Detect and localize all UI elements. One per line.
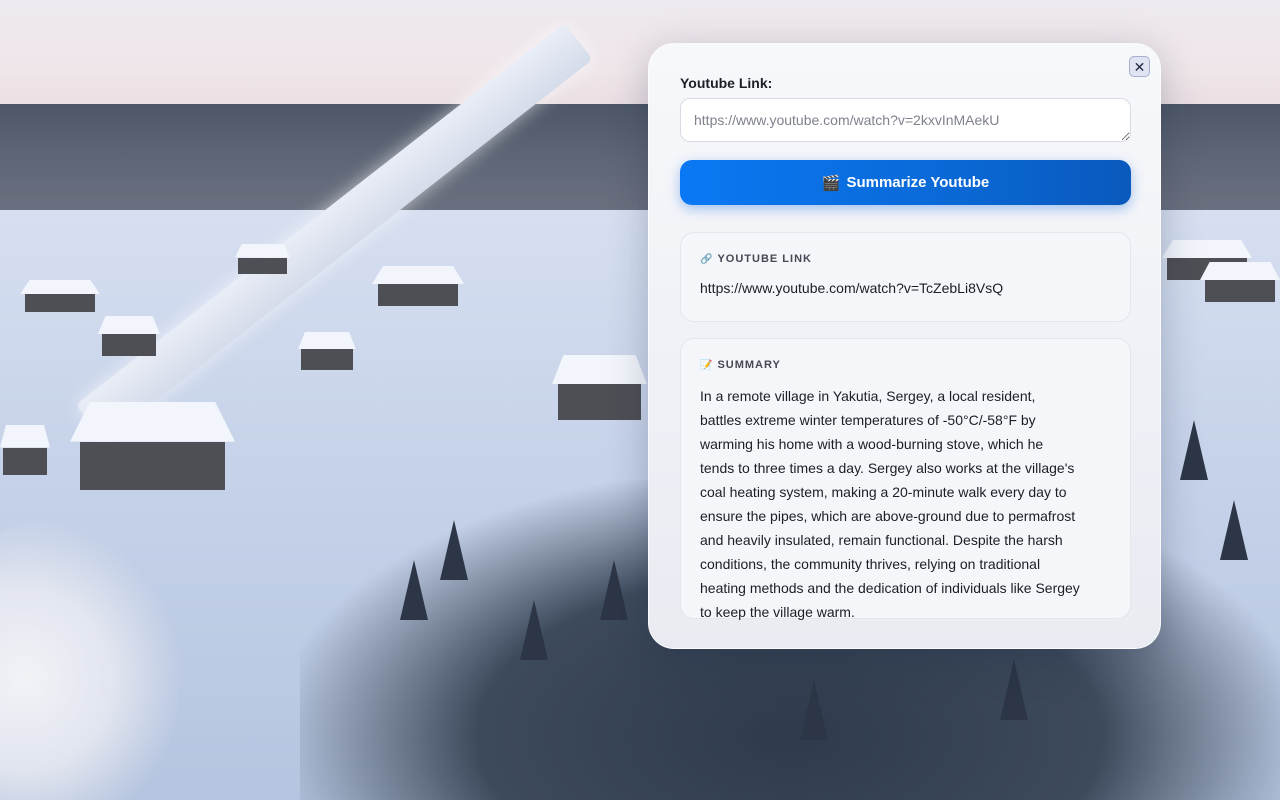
memo-icon: 📝 [700,359,713,371]
summarize-button-label: Summarize Youtube [846,174,990,191]
house [20,280,100,312]
summarize-youtube-button[interactable]: 🎬 Summarize Youtube [680,160,1131,205]
summary-card-title: SUMMARY [717,359,781,371]
link-card-title: YOUTUBE LINK [717,253,812,265]
summary-text: In a remote village in Yakutia, Sergey, … [700,388,1080,620]
tree [800,680,828,740]
tree [1220,500,1248,560]
youtube-url: https://www.youtube.com/watch?v=TcZebLi8… [700,280,1004,296]
house [98,316,160,356]
tree [1180,420,1208,480]
house [552,355,647,420]
tree [520,600,548,660]
house [298,332,356,370]
tree [400,560,428,620]
house [70,402,235,490]
link-card-heading: 🔗 YOUTUBE LINK [700,253,1111,265]
summary-card: 📝 SUMMARY In a remote village in Yakutia… [680,338,1131,620]
house [372,266,464,306]
summary-card-heading: 📝 SUMMARY [700,359,1111,371]
close-icon[interactable]: ✕ [1129,56,1150,77]
house [0,425,50,475]
clapperboard-icon: 🎬 [821,174,841,192]
tree [1000,660,1028,720]
youtube-link-card: 🔗 YOUTUBE LINK https://www.youtube.com/w… [680,232,1131,322]
tree [600,560,628,620]
link-icon: 🔗 [700,253,713,265]
summarizer-panel: ✕ Youtube Link: 🎬 Summarize Youtube 🔗 YO… [648,43,1161,649]
youtube-link-label: Youtube Link: [680,75,773,91]
youtube-link-input[interactable] [680,98,1131,142]
tree [440,520,468,580]
house [235,244,290,274]
house [1200,262,1280,302]
